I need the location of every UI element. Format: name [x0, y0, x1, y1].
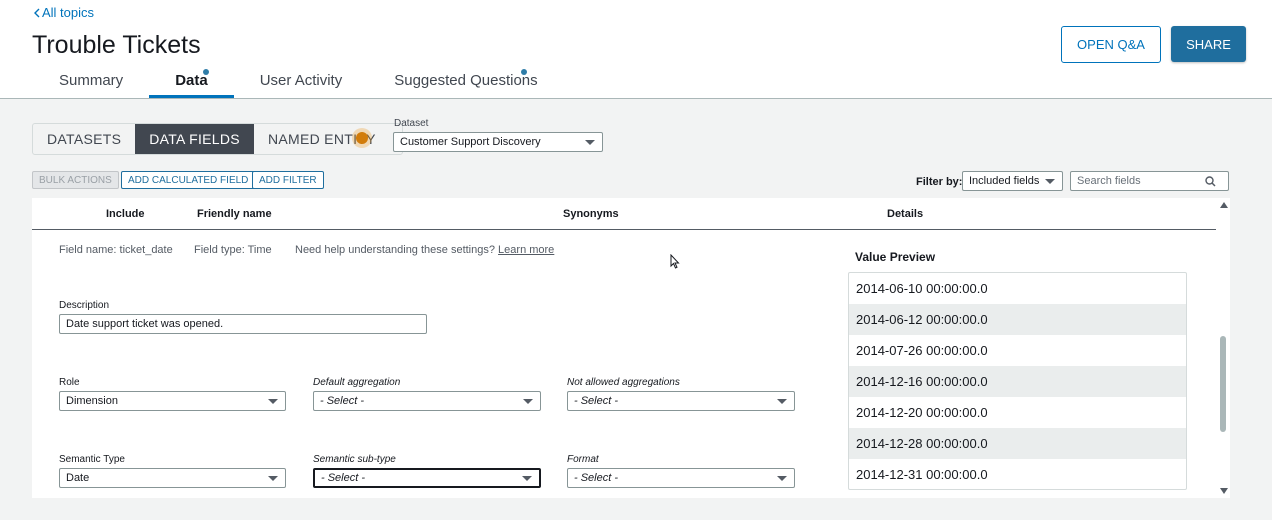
- semantic-type-select[interactable]: Date: [59, 468, 286, 488]
- data-view-segmented-control: DATASETS DATA FIELDS NAMED ENTITY: [32, 123, 403, 155]
- role-select[interactable]: Dimension: [59, 391, 286, 411]
- back-link-label: All topics: [42, 5, 95, 20]
- back-to-topics-link[interactable]: All topics: [33, 5, 94, 20]
- caret-down-icon: [1045, 179, 1055, 184]
- data-fields-panel: Include Friendly name Synonyms Details F…: [32, 198, 1230, 498]
- list-item: 2014-12-28 00:00:00.0: [849, 428, 1186, 459]
- page-title: Trouble Tickets: [32, 31, 201, 59]
- scrollbar-thumb[interactable]: [1220, 336, 1226, 432]
- vertical-scrollbar[interactable]: [1217, 198, 1230, 498]
- search-icon: [1205, 176, 1216, 187]
- scroll-up-arrow-icon[interactable]: [1220, 202, 1228, 208]
- learn-more-link[interactable]: Learn more: [498, 244, 554, 256]
- caret-down-icon: [777, 476, 787, 481]
- dataset-label: Dataset: [394, 118, 429, 129]
- default-aggregation-select[interactable]: - Select -: [313, 391, 541, 411]
- semantic-subtype-label: Semantic sub-type: [313, 454, 396, 465]
- value-preview-title: Value Preview: [855, 250, 936, 264]
- segment-data-fields[interactable]: DATA FIELDS: [135, 124, 254, 154]
- semantic-subtype-select[interactable]: - Select -: [313, 468, 541, 488]
- caret-down-icon: [585, 140, 595, 145]
- caret-down-icon: [523, 399, 533, 404]
- list-item: 2014-07-26 00:00:00.0: [856, 343, 988, 358]
- dataset-select[interactable]: Customer Support Discovery: [393, 132, 603, 152]
- not-allowed-aggregations-label: Not allowed aggregations: [567, 377, 680, 388]
- column-header-synonyms: Synonyms: [563, 208, 619, 220]
- open-qa-button[interactable]: OPEN Q&A: [1061, 26, 1161, 63]
- search-fields-input[interactable]: Search fields: [1070, 171, 1229, 191]
- tab-notification-dot: [203, 69, 210, 75]
- caret-down-icon: [268, 399, 278, 404]
- column-header-include: Include: [106, 208, 145, 220]
- column-header-details: Details: [887, 208, 924, 220]
- value-preview-list: 2014-06-10 00:00:00.0 2014-06-12 00:00:0…: [848, 272, 1187, 490]
- default-aggregation-label: Default aggregation: [313, 377, 401, 388]
- share-button[interactable]: SHARE: [1171, 26, 1246, 62]
- segment-named-entity[interactable]: NAMED ENTITY: [254, 124, 402, 154]
- notification-dot: [356, 132, 368, 144]
- filter-select[interactable]: Included fields: [962, 171, 1063, 191]
- format-label: Format: [567, 454, 599, 465]
- mouse-cursor-icon: [670, 254, 680, 269]
- list-item: 2014-12-31 00:00:00.0: [856, 467, 988, 482]
- tab-data[interactable]: Data: [149, 64, 234, 98]
- semantic-type-label: Semantic Type: [59, 454, 125, 465]
- list-item: 2014-12-16 00:00:00.0: [849, 366, 1186, 397]
- topic-tabs: Summary Data User Activity Suggested Que…: [33, 64, 564, 99]
- not-allowed-aggregations-select[interactable]: - Select -: [567, 391, 795, 411]
- add-filter-button[interactable]: ADD FILTER: [252, 171, 324, 189]
- help-text: Need help understanding these settings? …: [295, 244, 555, 256]
- column-header-friendly-name: Friendly name: [197, 208, 272, 220]
- tab-suggested-questions[interactable]: Suggested Questions: [368, 64, 563, 98]
- tab-summary[interactable]: Summary: [33, 64, 149, 98]
- description-input[interactable]: Date support ticket was opened.: [59, 314, 427, 334]
- role-label: Role: [59, 377, 80, 388]
- caret-down-icon: [268, 476, 278, 481]
- bulk-actions-button[interactable]: BULK ACTIONS: [32, 171, 119, 189]
- format-select[interactable]: - Select -: [567, 468, 795, 488]
- list-item: 2014-06-12 00:00:00.0: [849, 304, 1186, 335]
- description-label: Description: [59, 300, 110, 311]
- field-name-text: Field name: ticket_date: [59, 244, 173, 256]
- page-header: All topics Trouble Tickets OPEN Q&A SHAR…: [0, 0, 1272, 99]
- caret-down-icon: [522, 476, 532, 481]
- list-item: 2014-06-10 00:00:00.0: [856, 281, 988, 296]
- tab-user-activity[interactable]: User Activity: [234, 64, 369, 98]
- caret-down-icon: [777, 399, 787, 404]
- add-calculated-field-button[interactable]: ADD CALCULATED FIELD: [121, 171, 256, 189]
- scroll-down-arrow-icon[interactable]: [1220, 488, 1228, 494]
- segment-datasets[interactable]: DATASETS: [33, 124, 135, 154]
- filter-by-label: Filter by:: [916, 176, 963, 188]
- field-type-text: Field type: Time: [194, 244, 272, 256]
- chevron-left-icon: [34, 8, 40, 17]
- header-divider: [32, 229, 1216, 230]
- list-item: 2014-12-20 00:00:00.0: [856, 405, 988, 420]
